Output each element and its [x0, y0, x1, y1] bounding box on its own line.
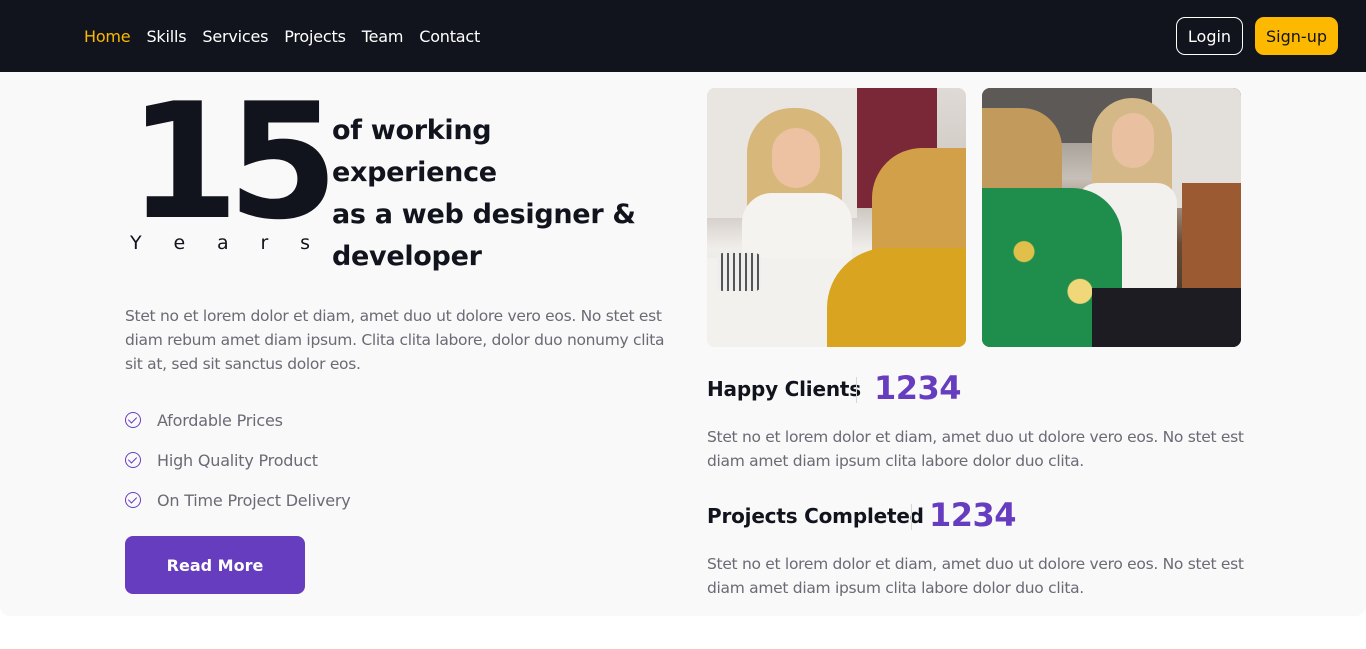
- nav-link-home[interactable]: Home: [84, 27, 131, 46]
- read-more-button[interactable]: Read More: [125, 536, 305, 594]
- stat-value-happy-clients: 1234: [874, 369, 962, 407]
- experience-line: of working experience: [332, 115, 497, 188]
- stat-divider: [911, 504, 912, 530]
- feature-item: On Time Project Delivery: [125, 480, 351, 520]
- check-circle-icon: [125, 492, 141, 508]
- nav-link-contact[interactable]: Contact: [419, 27, 480, 46]
- years-letter: Y: [130, 232, 142, 254]
- check-circle-icon: [125, 452, 141, 468]
- years-letter: s: [300, 232, 310, 254]
- years-number: 15: [128, 68, 339, 255]
- stat-divider: [856, 377, 857, 403]
- stat-label-projects-completed: Projects Completed: [707, 504, 924, 528]
- nav-link-skills[interactable]: Skills: [146, 27, 186, 46]
- nav-link-projects[interactable]: Projects: [284, 27, 346, 46]
- check-circle-icon: [125, 412, 141, 428]
- feature-item: High Quality Product: [125, 440, 351, 480]
- feature-list: Afordable Prices High Quality Product On…: [125, 400, 351, 520]
- experience-line: developer: [332, 241, 482, 272]
- feature-label: High Quality Product: [157, 450, 318, 470]
- feature-label: On Time Project Delivery: [157, 490, 351, 510]
- years-label: Y e a r s: [130, 232, 310, 254]
- photo-handshake: [707, 88, 966, 347]
- feature-item: Afordable Prices: [125, 400, 351, 440]
- navbar: Home Skills Services Projects Team Conta…: [0, 0, 1366, 72]
- years-letter: r: [260, 232, 269, 254]
- feature-label: Afordable Prices: [157, 410, 283, 430]
- experience-line: as a web designer &: [332, 199, 636, 230]
- years-letter: a: [216, 232, 229, 254]
- stat-value-projects-completed: 1234: [929, 496, 1017, 534]
- about-description: Stet no et lorem dolor et diam, amet duo…: [125, 307, 665, 373]
- nav-links: Home Skills Services Projects Team Conta…: [84, 0, 480, 72]
- experience-heading: of working experience as a web designer …: [332, 110, 662, 278]
- photo-meeting: [982, 88, 1241, 347]
- signup-button[interactable]: Sign-up: [1255, 17, 1338, 55]
- years-letter: e: [173, 232, 186, 254]
- login-button[interactable]: Login: [1176, 17, 1243, 55]
- nav-link-services[interactable]: Services: [202, 27, 268, 46]
- stat-description: Stet no et lorem dolor et diam, amet duo…: [707, 555, 1244, 597]
- stat-description: Stet no et lorem dolor et diam, amet duo…: [707, 428, 1244, 470]
- stat-label-happy-clients: Happy Clients: [707, 377, 861, 401]
- nav-link-team[interactable]: Team: [362, 27, 404, 46]
